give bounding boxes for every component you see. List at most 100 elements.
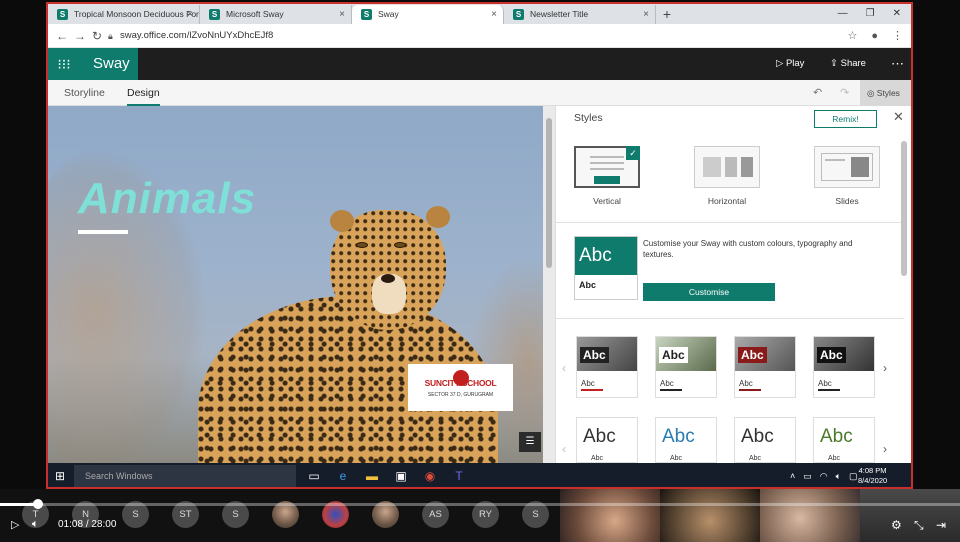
font-style-heading: Abc [662, 426, 695, 447]
style-tile-body: Abc [818, 379, 832, 388]
font-style-body: Abc [828, 455, 841, 462]
battery-icon[interactable]: ▭ [803, 471, 812, 482]
volume-icon[interactable]: 🔈︎ [836, 471, 841, 482]
font-style-tile[interactable]: Abc Abc [655, 417, 717, 463]
taskbar-apps: ▭ e ▬ ▣ ◉ T [306, 463, 467, 487]
font-style-body: Abc [749, 455, 762, 462]
meeting-bar: T N S ST S AS RY S ▷ 🔈︎ 01:08 / 28:00 ⚙ … [0, 489, 960, 542]
close-window-icon[interactable]: ✕ [893, 4, 901, 24]
chevron-left-icon[interactable]: ‹ [562, 442, 566, 456]
pane-scrollbar-thumb[interactable] [901, 141, 907, 276]
tab-design[interactable]: Design [127, 80, 160, 106]
sway-favicon-icon: S [361, 9, 372, 20]
styles-button[interactable]: ◎ Styles [860, 80, 911, 106]
undo-icon[interactable]: ↶ [813, 80, 822, 106]
profile-icon[interactable]: ● [871, 27, 878, 45]
new-tab-button[interactable]: + [656, 5, 678, 24]
divider [556, 318, 904, 319]
participant-video [660, 489, 760, 542]
share-button[interactable]: ⇪ Share [830, 48, 866, 80]
tab-storyline[interactable]: Storyline [64, 80, 105, 106]
layout-option-vertical[interactable]: ✓ Vertical [574, 146, 640, 206]
taskbar-clock[interactable]: 4:08 PM 8/4/2020 [858, 466, 887, 486]
store-icon[interactable]: ▣ [393, 468, 409, 484]
teams-icon[interactable]: T [451, 468, 467, 484]
remix-button[interactable]: Remix! [814, 110, 877, 128]
edge-icon[interactable]: e [335, 468, 351, 484]
style-tile[interactable]: Abc Abc [655, 336, 717, 398]
address-bar-actions: ☆ ● ⋮ [847, 27, 903, 45]
wifi-icon[interactable]: ◠ [820, 471, 828, 482]
restore-icon[interactable]: ❐ [866, 4, 875, 24]
participant-video [760, 489, 860, 542]
settings-gear-icon[interactable]: ⚙ [891, 518, 902, 532]
minimize-icon[interactable]: — [838, 4, 848, 24]
browser-menu-icon[interactable]: ⋮ [892, 27, 903, 45]
taskbar-search[interactable]: Search Windows [74, 465, 296, 487]
layout-option-slides[interactable]: Slides [814, 146, 880, 206]
tray-chevron-icon[interactable]: ˄ [790, 471, 795, 481]
style-tile-body: Abc [581, 379, 595, 388]
playback-progress-bar[interactable] [0, 503, 960, 506]
file-explorer-icon[interactable]: ▬ [364, 468, 380, 484]
app-launcher-icon[interactable]: ⁝⁝⁝ [48, 48, 80, 80]
style-tile[interactable]: Abc Abc [734, 336, 796, 398]
share-arrow-icon[interactable]: ⇥ [936, 518, 946, 532]
browser-tab-bar: S Tropical Monsoon Deciduous For × S Mic… [48, 4, 911, 24]
windows-start-icon[interactable]: ⊞ [55, 469, 65, 483]
fullscreen-icon[interactable]: ⤡ [914, 518, 924, 533]
vertical-layout-thumbnail[interactable]: ✓ [574, 146, 640, 188]
style-tile[interactable]: Abc Abc [813, 336, 875, 398]
browser-tab-tropical[interactable]: S Tropical Monsoon Deciduous For × [48, 5, 200, 24]
layout-option-horizontal[interactable]: Horizontal [694, 146, 760, 206]
forward-arrow-icon[interactable]: → [74, 27, 86, 45]
chevron-right-icon[interactable]: › [883, 442, 887, 456]
font-style-tile[interactable]: Abc Abc [813, 417, 875, 463]
close-tab-icon[interactable]: × [491, 5, 497, 24]
canvas-scrollbar[interactable] [543, 106, 555, 463]
redo-icon[interactable]: ↷ [840, 80, 849, 106]
notification-icon[interactable]: ▢ [849, 471, 858, 482]
card-title[interactable]: Animals [78, 174, 256, 224]
font-style-tile[interactable]: Abc Abc [734, 417, 796, 463]
browser-tab-microsoft-sway[interactable]: S Microsoft Sway × [200, 5, 352, 24]
navigation-list-icon[interactable]: ☰ [519, 432, 541, 452]
url-field[interactable]: sway.office.com/lZvoNnUYxDhcEJf8 [120, 27, 273, 45]
close-tab-icon[interactable]: × [339, 5, 345, 24]
chevron-right-icon[interactable]: › [883, 361, 887, 375]
font-style-heading: Abc [741, 426, 774, 447]
chrome-icon[interactable]: ◉ [422, 468, 438, 484]
more-options-icon[interactable]: ⋯ [891, 48, 904, 80]
style-tile-heading: Abc [580, 347, 609, 363]
bookmark-star-icon[interactable]: ☆ [847, 27, 857, 45]
play-icon[interactable]: ▷ [11, 518, 19, 531]
participant-video [860, 489, 960, 542]
browser-tab-newsletter[interactable]: S Newsletter Title × [504, 5, 656, 24]
close-tab-icon[interactable]: × [187, 5, 193, 24]
chevron-left-icon[interactable]: ‹ [562, 361, 566, 375]
custom-style-preview[interactable]: Abc Abc [574, 236, 638, 300]
design-canvas[interactable]: Animals SUNCITY SCHOOL SECTOR 37 D, GURU… [48, 106, 543, 463]
horizontal-layout-thumbnail[interactable] [694, 146, 760, 188]
system-tray: ˄ ▭ ◠ 🔈︎ ▢ [790, 463, 858, 487]
font-style-heading-text: Abc [583, 426, 616, 447]
back-arrow-icon[interactable]: ← [56, 27, 68, 45]
address-bar: ← → ↻ 🔒︎ sway.office.com/lZvoNnUYxDhcEJf… [48, 24, 911, 48]
style-tile[interactable]: Abc Abc [576, 336, 638, 398]
font-style-tile[interactable]: Abc Abc [576, 417, 638, 463]
scrollbar-thumb[interactable] [546, 118, 552, 268]
play-button[interactable]: ▷ Play [776, 48, 804, 80]
browser-tab-label: Sway [378, 9, 399, 19]
font-style-heading: Abc [820, 426, 853, 447]
task-view-icon[interactable]: ▭ [306, 468, 322, 484]
browser-tab-sway[interactable]: S Sway × [352, 5, 504, 24]
style-tile-heading: Abc [817, 347, 846, 363]
participant-video [560, 489, 660, 542]
close-pane-icon[interactable]: ✕ [893, 109, 904, 125]
close-tab-icon[interactable]: × [643, 5, 649, 24]
style-tile-heading: Abc [659, 347, 688, 363]
reload-icon[interactable]: ↻ [92, 27, 102, 45]
customise-button[interactable]: Customise [643, 283, 775, 301]
volume-icon[interactable]: 🔈︎ [32, 518, 39, 531]
slides-layout-thumbnail[interactable] [814, 146, 880, 188]
